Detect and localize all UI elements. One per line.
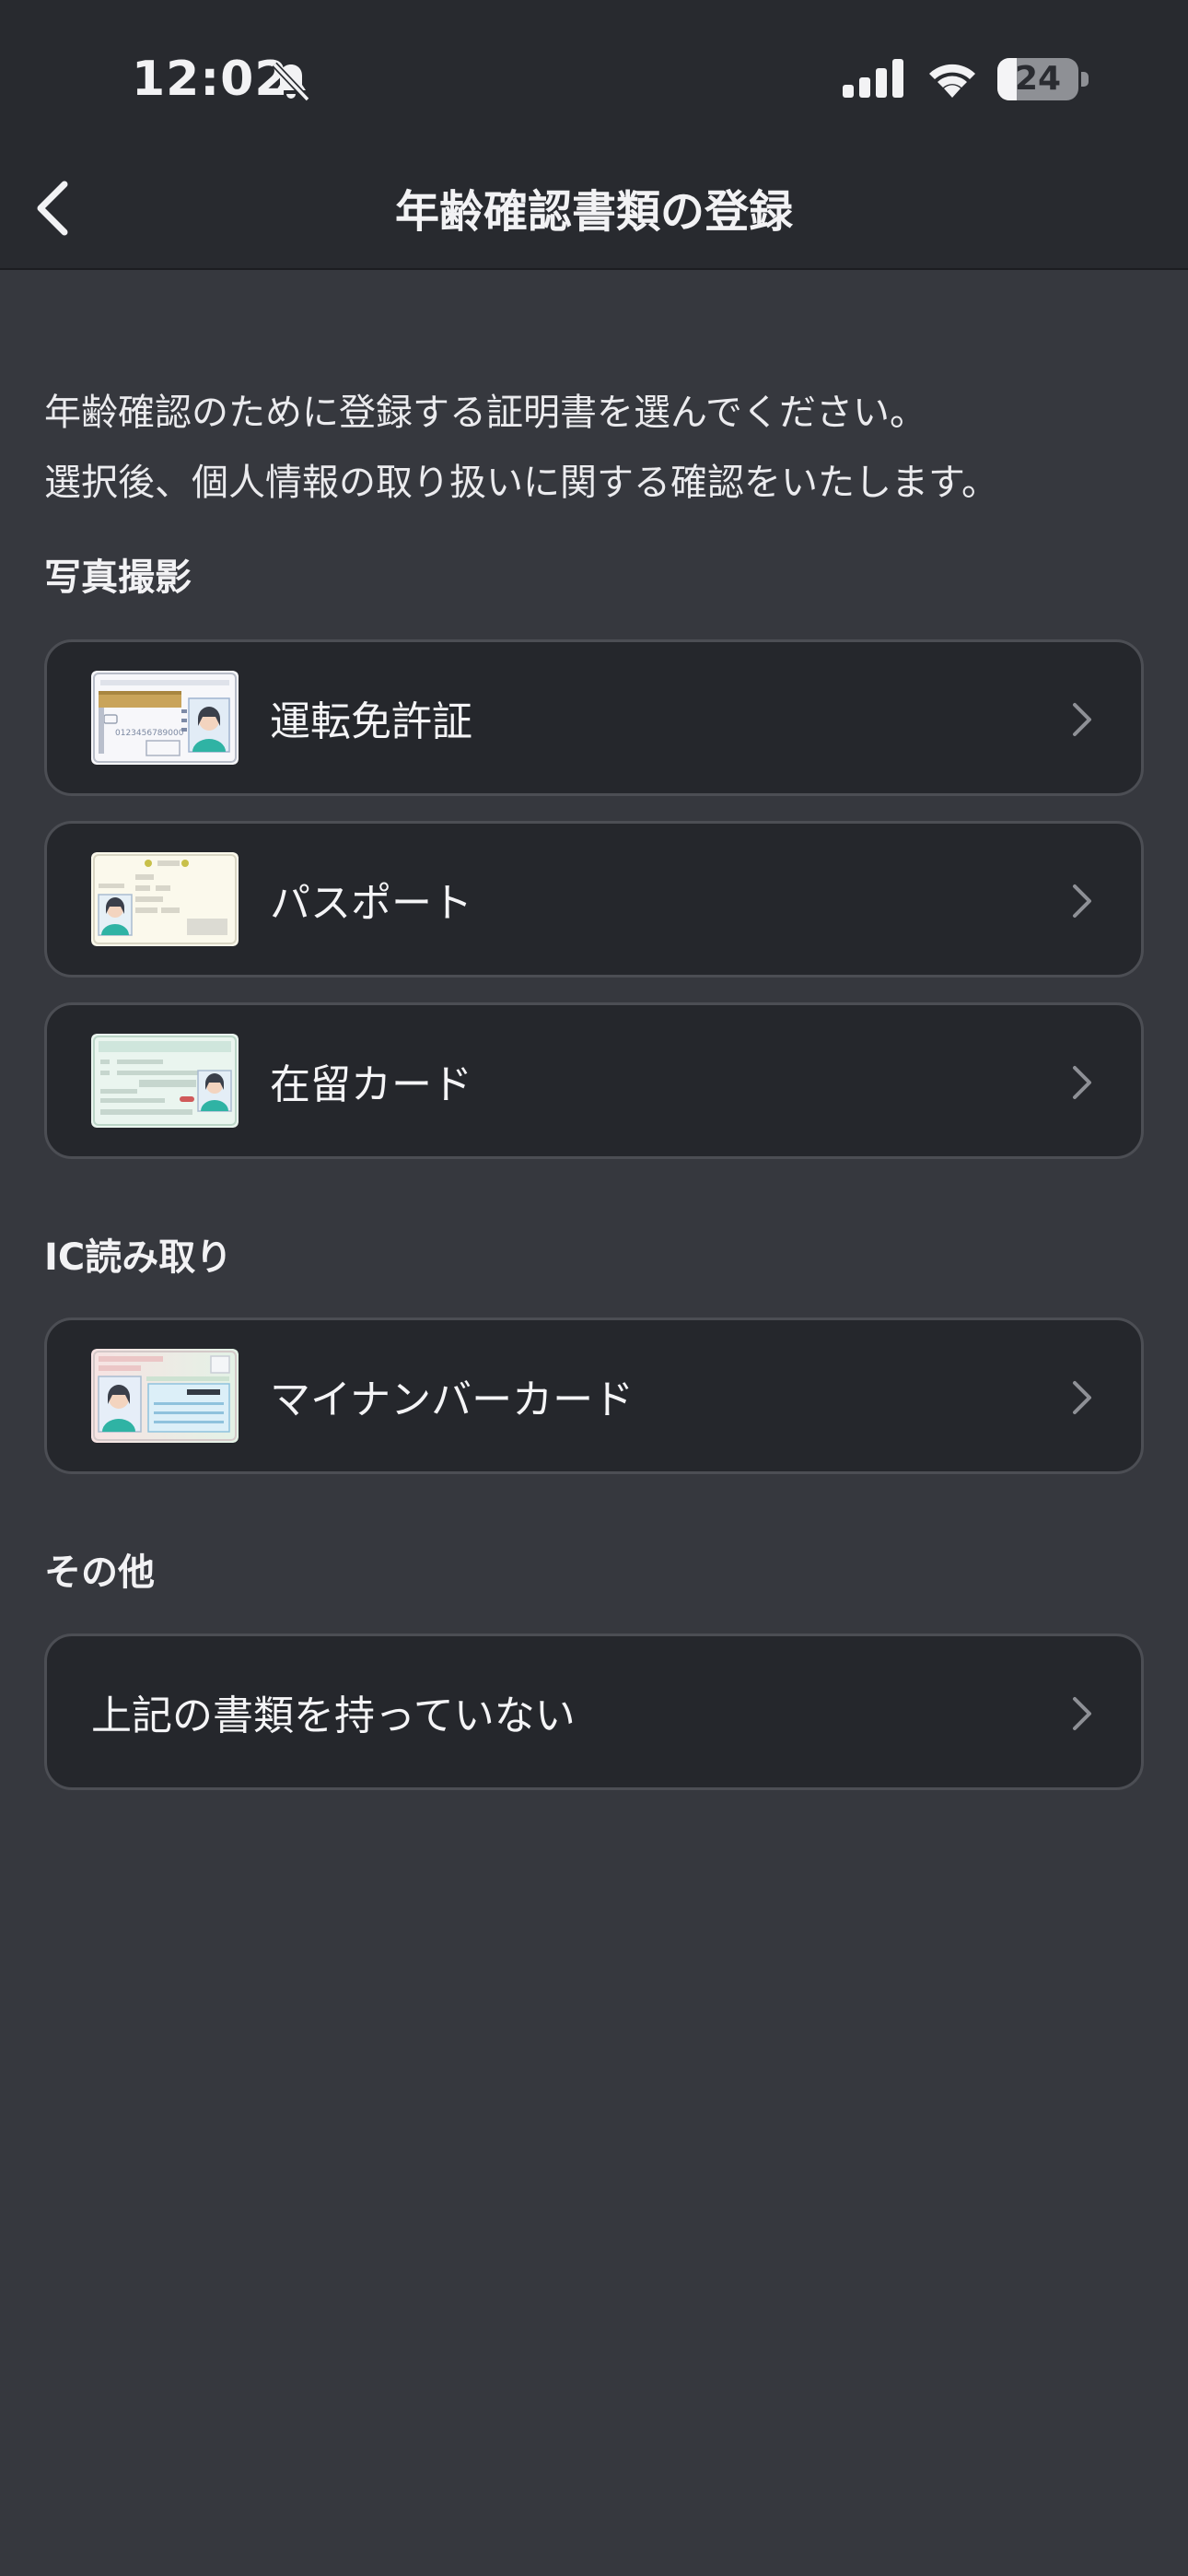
section-heading-ic: IC読み取り bbox=[44, 1236, 233, 1279]
passport-icon bbox=[91, 852, 239, 946]
my-number-card-icon bbox=[91, 1349, 239, 1443]
chevron-right-icon bbox=[1073, 1066, 1091, 1099]
option-no-documents[interactable]: 上記の書類を持っていない bbox=[44, 1633, 1144, 1790]
section-heading-photo: 写真撮影 bbox=[44, 556, 192, 599]
option-my-number-card[interactable]: マイナンバーカード bbox=[44, 1317, 1144, 1474]
battery-icon: 24 bbox=[997, 58, 1078, 100]
chevron-right-icon bbox=[1073, 1697, 1091, 1730]
option-label: 運転免許証 bbox=[270, 698, 472, 745]
option-label: 在留カード bbox=[270, 1061, 472, 1108]
chevron-right-icon bbox=[1073, 703, 1091, 736]
intro-text: 年齢確認のために登録する証明書を選んでください。 選択後、個人情報の取り扱いに関… bbox=[44, 378, 1149, 518]
option-passport[interactable]: パスポート bbox=[44, 821, 1144, 978]
chevron-right-icon bbox=[1073, 1381, 1091, 1414]
option-label: 上記の書類を持っていない bbox=[91, 1692, 576, 1739]
chevron-right-icon bbox=[1073, 884, 1091, 918]
signal-icon bbox=[843, 59, 903, 98]
license-number-text: 0123456789000 bbox=[115, 729, 184, 738]
drivers-license-icon: 0123456789000 bbox=[91, 671, 239, 765]
battery-percent: 24 bbox=[1014, 60, 1062, 98]
residence-card-icon bbox=[91, 1034, 239, 1128]
option-label: パスポート bbox=[270, 880, 472, 927]
intro-line-1: 年齢確認のために登録する証明書を選んでください。 bbox=[44, 392, 926, 434]
top-bar: 12:02 24 年齢確認書類の登録 bbox=[0, 0, 1188, 270]
option-label: マイナンバーカード bbox=[270, 1376, 635, 1423]
option-drivers-license[interactable]: 0123456789000 運転免許証 bbox=[44, 639, 1144, 796]
battery-cap bbox=[1081, 72, 1089, 87]
intro-line-2: 選択後、個人情報の取り扱いに関する確認をいたします。 bbox=[44, 462, 998, 504]
bell-off-icon bbox=[272, 62, 310, 102]
section-heading-other: その他 bbox=[44, 1551, 155, 1594]
page-title: 年齢確認書類の登録 bbox=[394, 186, 793, 238]
option-residence-card[interactable]: 在留カード bbox=[44, 1002, 1144, 1159]
status-time: 12:02 bbox=[132, 52, 289, 107]
wifi-icon bbox=[929, 64, 975, 98]
